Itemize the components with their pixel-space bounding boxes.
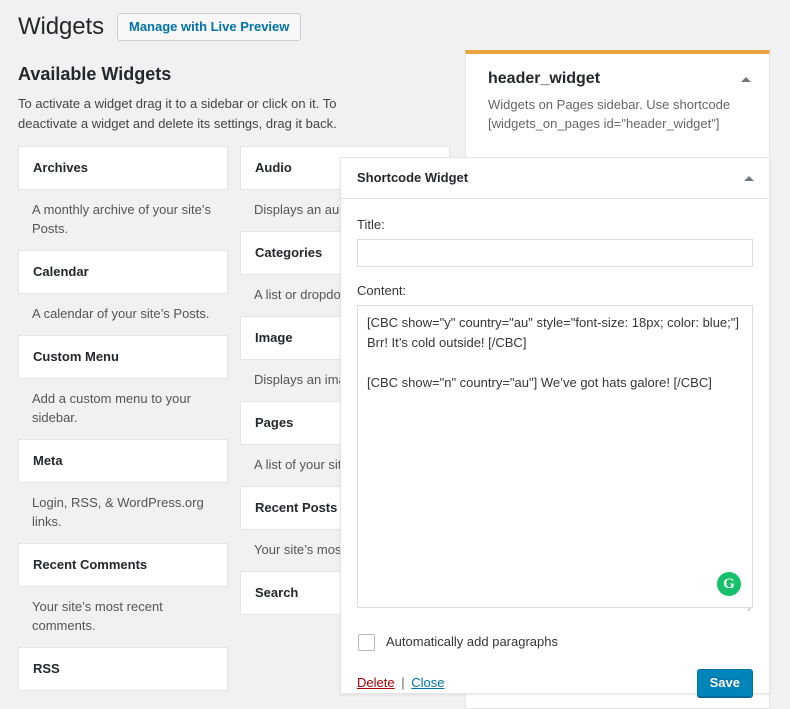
manage-with-live-preview-button[interactable]: Manage with Live Preview: [117, 13, 302, 41]
widget-name-label: Audio: [255, 160, 292, 175]
widget-archives[interactable]: Archives: [18, 146, 228, 190]
widget-name-label: Archives: [33, 160, 88, 175]
content-field-wrapper: G: [357, 305, 753, 613]
widget-meta-description: Login, RSS, & WordPress.org links.: [32, 495, 204, 529]
grammarly-icon[interactable]: G: [717, 572, 741, 596]
close-link[interactable]: Close: [411, 675, 444, 690]
widget-name-label: Meta: [33, 453, 63, 468]
widget-name-label: RSS: [33, 661, 60, 676]
content-field-label: Content:: [357, 283, 407, 298]
textarea-resize-handle[interactable]: [739, 599, 751, 611]
widget-recent-comments-description: Your site’s most recent comments.: [32, 599, 163, 633]
sidebar-panel-header[interactable]: header_widget Widgets on Pages sidebar. …: [466, 54, 769, 143]
widget-name-label: Recent Comments: [33, 557, 148, 572]
shortcode-widget-footer: Delete | Close Save: [357, 669, 753, 697]
title-field-label: Title:: [357, 217, 385, 232]
widget-name-label: Categories: [255, 245, 323, 260]
content-textarea[interactable]: [357, 305, 753, 608]
widget-name-label: Recent Posts: [255, 500, 338, 515]
widget-name-label: Calendar: [33, 264, 89, 279]
widget-recent-comments[interactable]: Recent Comments: [18, 543, 228, 587]
shortcode-widget-panel: Shortcode Widget Title: Content: G Autom…: [340, 157, 770, 697]
chevron-up-icon[interactable]: [737, 71, 755, 89]
auto-paragraphs-checkbox[interactable]: [358, 633, 375, 651]
chevron-up-icon[interactable]: [741, 170, 757, 186]
page-header: Widgets Manage with Live Preview: [18, 12, 302, 42]
widget-calendar[interactable]: Calendar: [18, 250, 228, 294]
widget-name-label: Custom Menu: [33, 349, 119, 364]
widget-meta[interactable]: Meta: [18, 439, 228, 483]
widget-custom-menu[interactable]: Custom Menu: [18, 335, 228, 379]
widget-custom-menu-description: Add a custom menu to your sidebar.: [32, 391, 191, 425]
available-widgets-description: To activate a widget drag it to a sideba…: [18, 96, 337, 131]
widget-column-left: Archives A monthly archive of your site’…: [18, 146, 228, 691]
widget-archives-description: A monthly archive of your site’s Posts.: [32, 202, 211, 236]
footer-links: Delete | Close: [357, 674, 444, 692]
sidebar-panel-title: header_widget: [488, 70, 601, 87]
shortcode-widget-title: Shortcode Widget: [357, 170, 469, 185]
title-input[interactable]: [357, 239, 753, 267]
available-widgets-title: Available Widgets: [18, 64, 172, 84]
shortcode-widget-body: Title: Content: G Automatically add para…: [341, 199, 769, 697]
sidebar-panel-description: Widgets on Pages sidebar. Use shortcode …: [488, 97, 731, 131]
widget-name-label: Image: [255, 330, 293, 345]
auto-paragraphs-label[interactable]: Automatically add paragraphs: [386, 633, 558, 651]
delete-link[interactable]: Delete: [357, 675, 395, 690]
save-button[interactable]: Save: [696, 669, 753, 697]
link-separator: |: [401, 675, 405, 690]
widget-name-label: Search: [255, 585, 299, 600]
auto-paragraphs-row: Automatically add paragraphs: [357, 633, 753, 651]
page-title: Widgets: [18, 13, 104, 40]
widget-rss[interactable]: RSS: [18, 647, 228, 691]
widget-name-label: Pages: [255, 415, 294, 430]
widget-calendar-description: A calendar of your site’s Posts.: [32, 306, 210, 321]
shortcode-widget-header[interactable]: Shortcode Widget: [341, 158, 769, 199]
